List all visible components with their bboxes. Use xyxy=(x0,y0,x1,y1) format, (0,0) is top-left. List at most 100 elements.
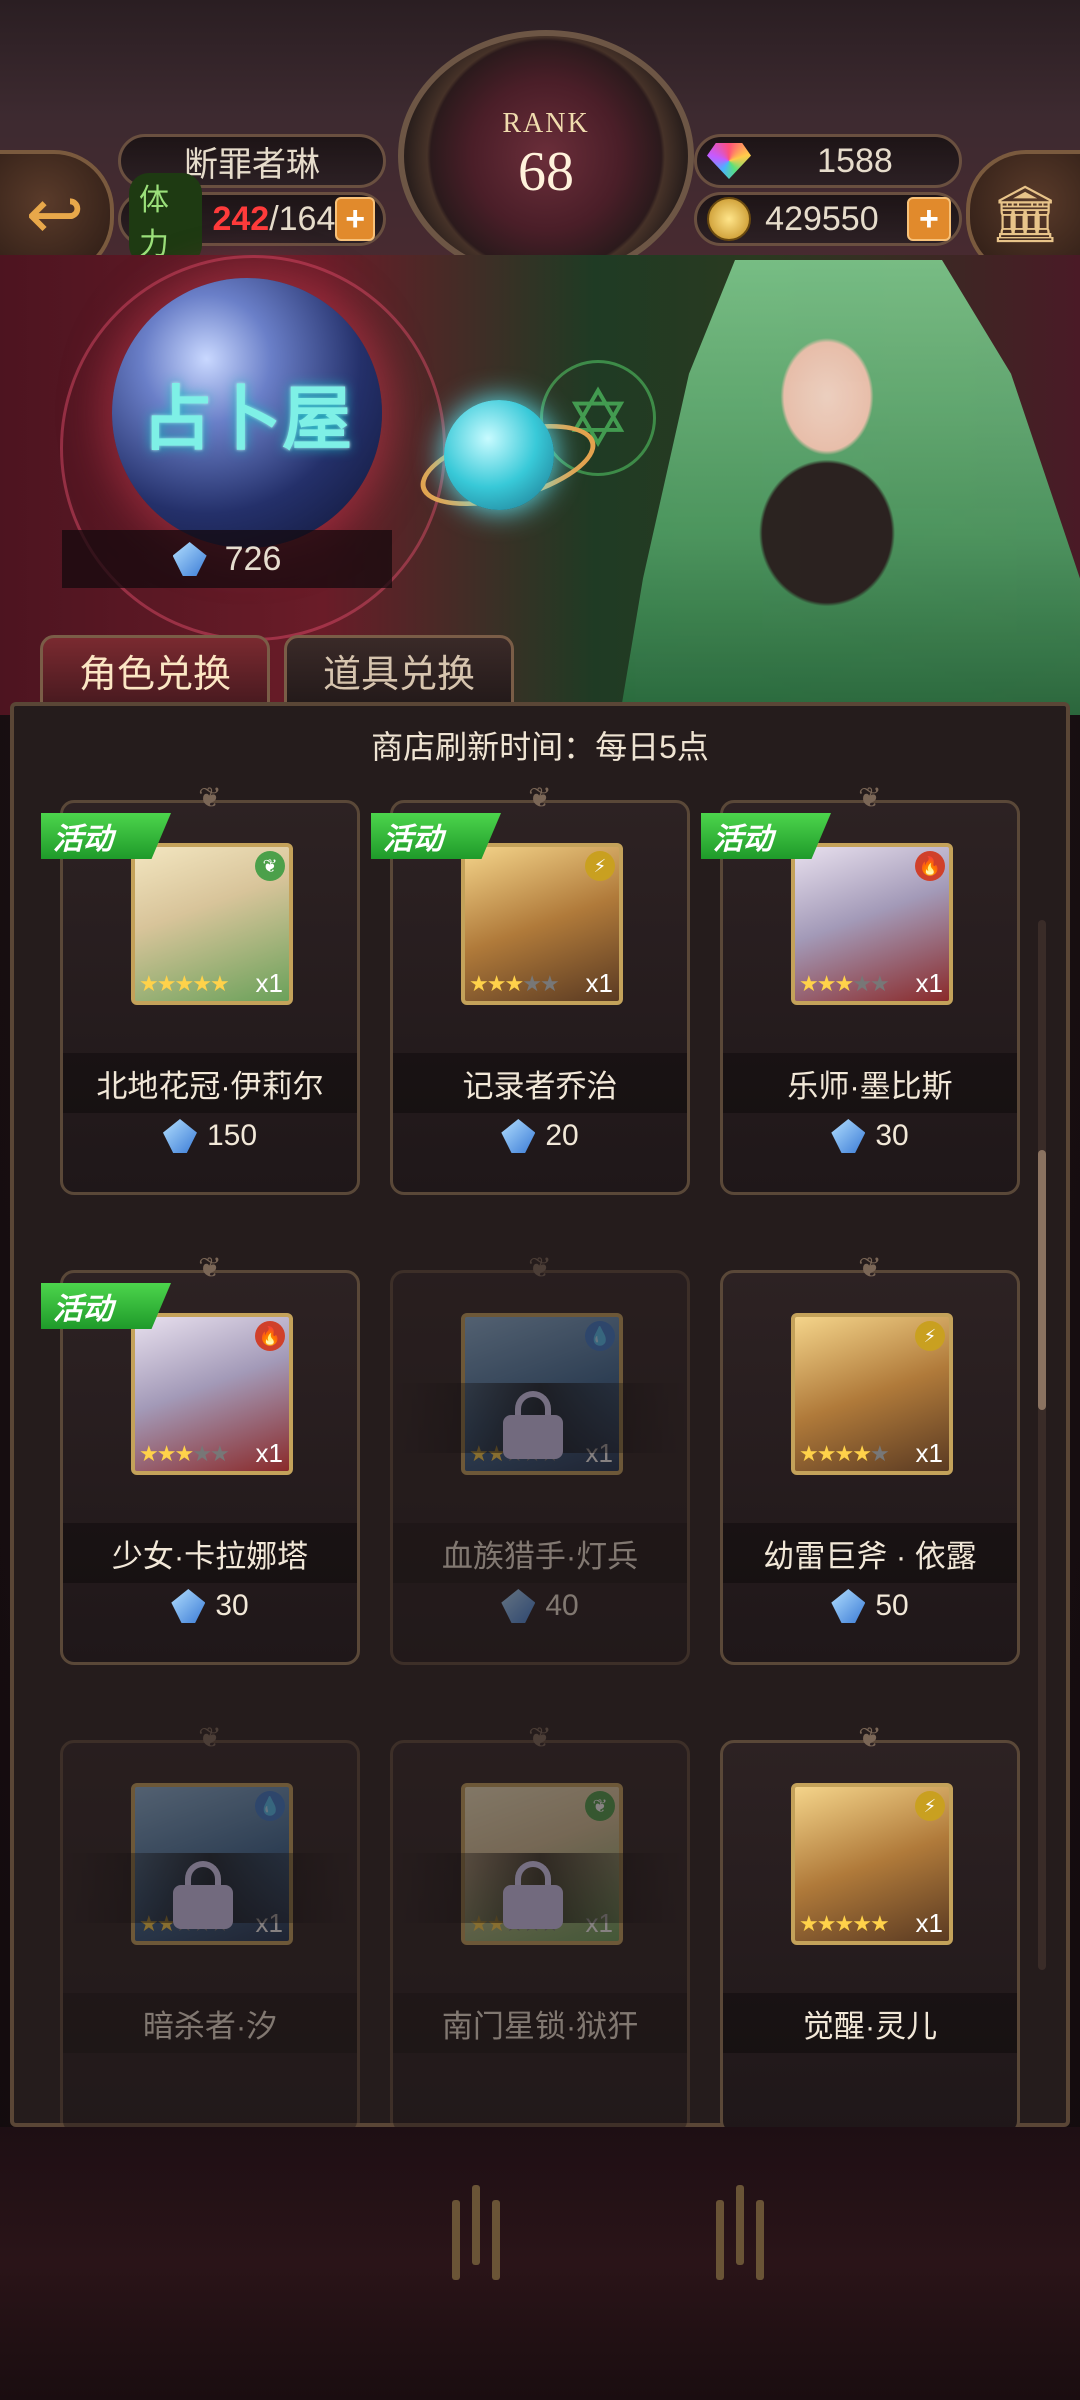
stamina-bar: 体力 242 /164 + xyxy=(118,173,386,265)
tab-character-exchange[interactable]: 角色兑换 xyxy=(40,635,270,705)
star-icon-filled: ★ xyxy=(156,971,177,996)
shop-item-card[interactable]: ❦ ⚡ ★★★★★ x1 幼雷巨斧 · 依露 50 xyxy=(720,1252,1020,1665)
crystal-icon xyxy=(162,1119,197,1153)
star-icon-filled: ★ xyxy=(816,1441,837,1466)
star-icon-filled: ★ xyxy=(174,971,194,996)
rank-dial: RANK 68 xyxy=(398,30,694,282)
gem-count: 1588 xyxy=(817,141,893,180)
scrollbar-thumb[interactable] xyxy=(1038,1150,1046,1410)
shop-item-card[interactable]: ❦ 🔥 ★★★★★ x1 乐师·墨比斯 30 活动 xyxy=(701,782,1020,1195)
star-icon-empty: ★ xyxy=(869,971,890,996)
star-icon-filled: ★ xyxy=(799,1911,819,1936)
character-portrait: ⚡ ★★★★★ x1 xyxy=(791,1313,953,1475)
fire-element-icon: 🔥 xyxy=(255,1321,285,1351)
water-element-icon: 💧 xyxy=(255,1791,285,1821)
shop-item-card[interactable]: ❦ ⚡ ★★★★★ x1 记录者乔治 20 活动 xyxy=(371,782,690,1195)
star-icon-filled: ★ xyxy=(192,971,212,996)
gem-icon xyxy=(707,143,751,179)
crystal-icon xyxy=(831,1119,866,1153)
star-icon-filled: ★ xyxy=(799,1441,819,1466)
character-portrait: ⚡ ★★★★★ x1 xyxy=(791,1783,953,1945)
star-icon-filled: ★ xyxy=(139,1441,159,1466)
shop-title: 占卜屋 xyxy=(142,376,352,460)
item-price: 50 xyxy=(723,1589,1017,1623)
stamina-max: /164 xyxy=(269,199,336,238)
character-portrait: ❦★★★★★x1 xyxy=(131,843,293,1005)
water-element-icon: 💧 xyxy=(585,1321,615,1351)
candle xyxy=(492,2200,500,2280)
star-icon-empty: ★ xyxy=(869,1441,890,1466)
item-quantity: x1 xyxy=(915,1438,943,1468)
item-quantity: x1 xyxy=(255,1438,283,1468)
crystal-icon xyxy=(171,1589,206,1623)
candle xyxy=(452,2200,460,2280)
lock-icon xyxy=(503,1861,563,1929)
character-portrait: 🔥 ★★★★★ x1 xyxy=(791,843,953,1005)
shop-item-card: ❦❦★★★★★x1南门星锁·狱犴 xyxy=(390,1722,690,2135)
lock-icon xyxy=(173,1861,233,1929)
candle xyxy=(756,2200,764,2280)
card-crest-ornament: ❦ xyxy=(198,1722,222,1753)
item-name: 北地花冠·伊莉尔 xyxy=(63,1053,357,1113)
item-price: 30 xyxy=(63,1589,357,1623)
back-arrow-icon: ↩ xyxy=(25,175,85,253)
item-name: 乐师·墨比斯 xyxy=(723,1053,1017,1113)
scrollbar[interactable] xyxy=(1038,920,1046,1970)
fire-element-icon: 🔥 xyxy=(915,851,945,881)
bottom-scene xyxy=(0,2127,1080,2400)
star-rating: ★★★★★ xyxy=(469,971,560,997)
card-crest-ornament: ❦ xyxy=(528,1722,552,1753)
star-icon-filled: ★ xyxy=(834,971,854,996)
star-icon-filled: ★ xyxy=(156,1441,177,1466)
item-quantity: x1 xyxy=(915,968,943,998)
star-icon-filled: ★ xyxy=(209,971,230,996)
item-quantity: x1 xyxy=(255,968,283,998)
star-icon-filled: ★ xyxy=(799,971,819,996)
star-icon-empty: ★ xyxy=(192,1441,212,1466)
rank-value: 68 xyxy=(518,141,574,203)
crystal-icon xyxy=(831,1589,866,1623)
lock-icon xyxy=(503,1391,563,1459)
star-icon-filled: ★ xyxy=(139,971,159,996)
star-icon-empty: ★ xyxy=(522,971,542,996)
card-crest-ornament: ❦ xyxy=(858,1252,882,1283)
candle xyxy=(736,2185,744,2265)
price-value: 20 xyxy=(545,1119,579,1152)
shop-item-card[interactable]: ❦ ❦ ★★★★★ x1 北地花冠·伊莉尔 150 活动 xyxy=(41,782,360,1195)
item-name: 暗杀者·汐 xyxy=(63,1993,357,2053)
star-icon-filled: ★ xyxy=(486,971,507,996)
star-icon-filled: ★ xyxy=(852,1441,872,1466)
item-price: 30 xyxy=(723,1119,1017,1153)
gold-balance: 429550 + xyxy=(694,192,962,246)
crystal-icon xyxy=(501,1589,536,1623)
crystal-balance: 726 xyxy=(62,530,392,588)
card-crest-ornament: ❦ xyxy=(528,782,552,813)
star-icon-filled: ★ xyxy=(816,971,837,996)
star-icon-filled: ★ xyxy=(869,1911,890,1936)
star-rating: ★★★★★ xyxy=(799,971,890,997)
price-value: 150 xyxy=(206,1119,258,1152)
tab-item-exchange[interactable]: 道具兑换 xyxy=(284,635,514,705)
star-icon-empty: ★ xyxy=(852,971,872,996)
shop-item-card[interactable]: ❦ ⚡ ★★★★★ x1 觉醒·灵儿 xyxy=(720,1722,1020,2135)
shop-item-card[interactable]: ❦ 🔥 ★★★★★ x1 少女·卡拉娜塔 30 活动 xyxy=(41,1252,360,1665)
price-value: 30 xyxy=(215,1589,249,1622)
price-value: 50 xyxy=(875,1589,909,1622)
crystal-orb: 占卜屋 xyxy=(112,278,382,548)
stamina-current: 242 xyxy=(212,199,270,238)
star-icon-empty: ★ xyxy=(209,1441,230,1466)
add-stamina-button[interactable]: + xyxy=(335,197,375,241)
star-icon-filled: ★ xyxy=(816,1911,837,1936)
event-tag: 活动 xyxy=(41,813,171,859)
gem-balance: 1588 xyxy=(694,134,962,188)
item-name: 少女·卡拉娜塔 xyxy=(63,1523,357,1583)
card-crest-ornament: ❦ xyxy=(858,782,882,813)
event-tag: 活动 xyxy=(41,1283,171,1329)
item-name: 觉醒·灵儿 xyxy=(723,1993,1017,2053)
add-gold-button[interactable]: + xyxy=(906,197,951,241)
card-crest-ornament: ❦ xyxy=(198,1252,222,1283)
star-rating: ★★★★★ xyxy=(799,1911,890,1937)
item-quantity: x1 xyxy=(915,1908,943,1938)
item-price: 20 xyxy=(393,1119,687,1153)
rank-label: RANK xyxy=(502,108,590,139)
